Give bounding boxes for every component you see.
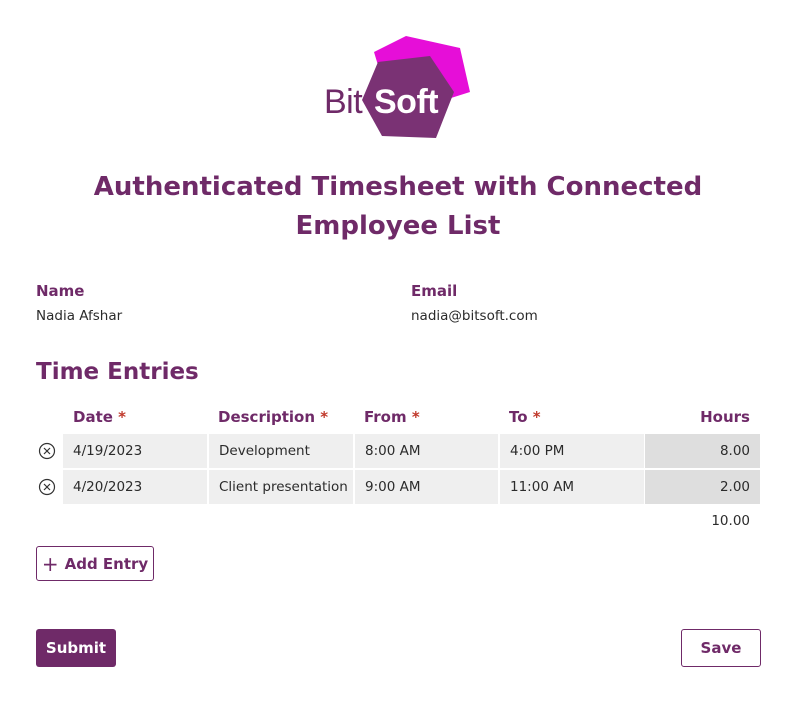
date-cell[interactable]: 4/20/2023 [63, 470, 207, 504]
submit-button[interactable]: Submit [36, 629, 116, 667]
column-header-from-label: From [364, 408, 407, 426]
plus-icon: + [41, 551, 59, 576]
description-cell[interactable]: Development [209, 434, 353, 468]
date-cell[interactable]: 4/19/2023 [63, 434, 207, 468]
column-header-date: Date * [73, 408, 126, 426]
column-header-hours: Hours [700, 408, 750, 426]
logo-text-bit: Bit [324, 83, 363, 121]
remove-row-icon[interactable] [38, 442, 56, 460]
total-hours: 10.00 [711, 513, 750, 529]
add-entry-button[interactable]: + Add Entry [36, 546, 154, 581]
from-cell[interactable]: 9:00 AM [355, 470, 498, 504]
to-cell[interactable]: 11:00 AM [500, 470, 644, 504]
logo-text-soft: Soft [374, 83, 439, 121]
column-header-from: From * [364, 408, 420, 426]
required-marker: * [320, 408, 329, 426]
hours-cell: 8.00 [645, 434, 760, 468]
page-title: Authenticated Timesheet with Connected E… [93, 172, 703, 241]
bitsoft-logo: Bit Soft [322, 34, 474, 140]
save-button[interactable]: Save [681, 629, 761, 667]
to-cell[interactable]: 4:00 PM [500, 434, 644, 468]
name-value: Nadia Afshar [36, 308, 123, 324]
add-entry-label: Add Entry [64, 554, 149, 573]
column-header-to-label: To [509, 408, 528, 426]
description-cell[interactable]: Client presentation [209, 470, 353, 504]
required-marker: * [411, 408, 420, 426]
email-value: nadia@bitsoft.com [411, 308, 538, 324]
hours-cell: 2.00 [645, 470, 760, 504]
email-label: Email [411, 282, 458, 300]
column-header-description: Description * [218, 408, 328, 426]
time-entries-heading: Time Entries [36, 359, 199, 385]
column-header-date-label: Date [73, 408, 113, 426]
required-marker: * [532, 408, 541, 426]
from-cell[interactable]: 8:00 AM [355, 434, 498, 468]
remove-row-icon[interactable] [38, 478, 56, 496]
column-header-description-label: Description [218, 408, 316, 426]
name-label: Name [36, 282, 85, 300]
column-header-to: To * [509, 408, 541, 426]
required-marker: * [118, 408, 127, 426]
